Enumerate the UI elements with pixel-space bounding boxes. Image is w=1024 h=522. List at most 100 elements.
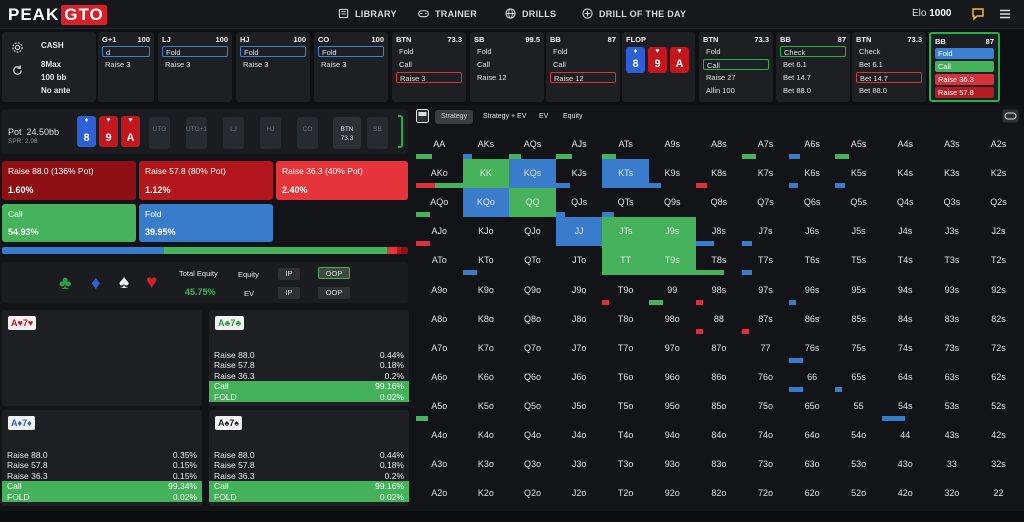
position-action[interactable]: Bet 6.1 bbox=[856, 59, 922, 70]
hand-cell-T2s[interactable]: T2s bbox=[975, 246, 1022, 275]
hand-cell-53o[interactable]: 53o bbox=[835, 450, 882, 479]
hand-cell-T6o[interactable]: T6o bbox=[602, 363, 649, 392]
hand-cell-T3o[interactable]: T3o bbox=[602, 450, 649, 479]
hand-cell-65s[interactable]: 65s bbox=[835, 363, 882, 392]
hand-cell-85o[interactable]: 85o bbox=[696, 392, 743, 421]
spade-icon[interactable]: ♠ bbox=[119, 272, 129, 294]
ev-ip-button[interactable]: IP bbox=[278, 287, 300, 299]
hand-cell-A5s[interactable]: A5s bbox=[835, 130, 882, 160]
hand-cell-K8o[interactable]: K8o bbox=[463, 305, 510, 334]
hand-cell-64o[interactable]: 64o bbox=[789, 421, 836, 450]
hand-cell-KQs[interactable]: KQs bbox=[509, 159, 556, 189]
position-action[interactable]: Fold bbox=[396, 46, 462, 57]
hand-cell-A8o[interactable]: A8o bbox=[416, 305, 463, 334]
hand-cell-T7s[interactable]: T7s bbox=[742, 246, 789, 276]
tab-strategy[interactable]: Strategy bbox=[435, 110, 474, 124]
position-action[interactable]: Raise 57.8 bbox=[935, 87, 994, 98]
heart-icon[interactable]: ♥ bbox=[146, 272, 157, 294]
hand-cell-82o[interactable]: 82o bbox=[696, 479, 743, 508]
position-card-lj[interactable]: LJ 100 Fold Raise 3 bbox=[158, 32, 232, 102]
hand-cell-T9o[interactable]: T9o bbox=[602, 276, 649, 305]
position-action[interactable]: Bet 14.7 bbox=[856, 72, 922, 83]
hand-cell-83s[interactable]: 83s bbox=[929, 305, 976, 334]
hand-cell-75o[interactable]: 75o bbox=[742, 392, 789, 421]
hand-cell-J5o[interactable]: J5o bbox=[556, 392, 603, 421]
hand-cell-AA[interactable]: AA bbox=[416, 130, 463, 160]
hand-cell-J3o[interactable]: J3o bbox=[556, 450, 603, 479]
club-icon[interactable]: ♣ bbox=[59, 273, 71, 295]
ev-oop-button[interactable]: OOP bbox=[318, 287, 350, 299]
seat-sb[interactable]: SB bbox=[367, 117, 388, 149]
hand-cell-Q3s[interactable]: Q3s bbox=[929, 188, 976, 217]
hand-cell-K3s[interactable]: K3s bbox=[929, 159, 976, 188]
position-card-g+1[interactable]: G+1 100 d Raise 3 bbox=[98, 32, 154, 102]
position-action[interactable]: d bbox=[102, 46, 150, 57]
position-action[interactable]: Raise 3 bbox=[162, 59, 228, 70]
hand-cell-K7s[interactable]: K7s bbox=[742, 159, 789, 188]
hand-cell-J6s[interactable]: J6s bbox=[789, 217, 836, 246]
hand-cell-A3o[interactable]: A3o bbox=[416, 450, 463, 479]
combo-card-4[interactable]: A♠7♠ Raise 88.0 0.44% Raise 57.8 0.18% Raise … bbox=[209, 410, 409, 506]
hand-cell-J7s[interactable]: J7s bbox=[742, 217, 789, 247]
nav-trainer[interactable]: TRAINER bbox=[418, 8, 477, 19]
hand-cell-Q5o[interactable]: Q5o bbox=[509, 392, 556, 421]
hand-cell-Q4o[interactable]: Q4o bbox=[509, 421, 556, 450]
hand-cell-94o[interactable]: 94o bbox=[649, 421, 696, 450]
hand-cell-62o[interactable]: 62o bbox=[789, 479, 836, 508]
position-card-co[interactable]: CO 100 Fold Raise 3 bbox=[314, 32, 388, 102]
hand-cell-KQo[interactable]: KQo bbox=[462, 188, 510, 218]
hand-cell-QQ[interactable]: QQ bbox=[509, 188, 556, 218]
hand-cell-84s[interactable]: 84s bbox=[882, 305, 929, 334]
hand-cell-Q6o[interactable]: Q6o bbox=[509, 363, 556, 392]
hand-cell-A7s[interactable]: A7s bbox=[742, 130, 789, 160]
hand-cell-A4s[interactable]: A4s bbox=[882, 130, 929, 159]
position-action[interactable]: Call bbox=[550, 59, 616, 70]
hand-cell-K9s[interactable]: K9s bbox=[649, 159, 696, 189]
hand-cell-JTo[interactable]: JTo bbox=[556, 246, 603, 275]
hand-cell-KJo[interactable]: KJo bbox=[463, 217, 510, 246]
hand-cell-A8s[interactable]: A8s bbox=[696, 130, 743, 159]
hand-cell-76o[interactable]: 76o bbox=[742, 363, 789, 392]
hand-cell-T4s[interactable]: T4s bbox=[882, 246, 929, 275]
hand-cell-T4o[interactable]: T4o bbox=[602, 421, 649, 450]
hand-cell-J4o[interactable]: J4o bbox=[556, 421, 603, 450]
hand-cell-JTs[interactable]: JTs bbox=[602, 217, 649, 247]
position-action[interactable]: Bet 88.0 bbox=[856, 85, 922, 96]
refresh-icon[interactable] bbox=[11, 64, 24, 77]
game-settings-box[interactable]: CASH 8Max 100 bb No ante bbox=[2, 32, 96, 102]
hand-cell-QJo[interactable]: QJo bbox=[509, 217, 556, 246]
hand-cell-T5o[interactable]: T5o bbox=[602, 392, 649, 421]
hand-cell-J8s[interactable]: J8s bbox=[695, 217, 743, 247]
hand-cell-QJs[interactable]: QJs bbox=[555, 188, 603, 218]
hand-cell-Q4s[interactable]: Q4s bbox=[882, 188, 929, 217]
hand-cell-J9s[interactable]: J9s bbox=[649, 217, 696, 247]
hand-cell-86o[interactable]: 86o bbox=[696, 363, 743, 392]
hand-cell-KTs[interactable]: KTs bbox=[602, 159, 649, 189]
hand-cell-AKs[interactable]: AKs bbox=[462, 130, 510, 160]
hand-cell-95o[interactable]: 95o bbox=[649, 392, 696, 421]
hand-cell-K2s[interactable]: K2s bbox=[975, 159, 1022, 188]
hand-cell-76s[interactable]: 76s bbox=[788, 334, 836, 363]
seat-lj[interactable]: LJ bbox=[223, 117, 244, 149]
position-card-btn[interactable]: BTN 73.3 Check Bet 6.1 Bet 14.7 Bet 88.0 bbox=[852, 32, 926, 102]
hand-cell-42o[interactable]: 42o bbox=[882, 479, 929, 508]
position-action[interactable]: Call bbox=[935, 61, 994, 72]
position-card-sb[interactable]: SB 99.5 Fold Call Raise 12 bbox=[470, 32, 544, 102]
hand-cell-94s[interactable]: 94s bbox=[882, 276, 929, 305]
hand-cell-93o[interactable]: 93o bbox=[649, 450, 696, 479]
hand-cell-AJo[interactable]: AJo bbox=[416, 217, 463, 247]
position-action[interactable]: Check bbox=[780, 46, 846, 57]
hand-cell-A6s[interactable]: A6s bbox=[788, 130, 836, 160]
hand-cell-J2s[interactable]: J2s bbox=[975, 217, 1022, 246]
hand-cell-K2o[interactable]: K2o bbox=[463, 479, 510, 508]
hand-cell-96o[interactable]: 96o bbox=[649, 363, 696, 392]
hand-cell-87s[interactable]: 87s bbox=[742, 305, 789, 334]
hand-cell-77[interactable]: 77 bbox=[742, 334, 789, 363]
action-raise-0[interactable]: Raise 88.0 (136% Pot) 1.60% bbox=[2, 161, 136, 200]
hand-cell-54s[interactable]: 54s bbox=[882, 392, 929, 421]
position-action[interactable]: Fold bbox=[550, 46, 616, 57]
chat-icon[interactable] bbox=[971, 7, 985, 21]
hand-cell-K4o[interactable]: K4o bbox=[463, 421, 510, 450]
hand-cell-95s[interactable]: 95s bbox=[835, 276, 882, 305]
hand-cell-K9o[interactable]: K9o bbox=[463, 276, 510, 305]
